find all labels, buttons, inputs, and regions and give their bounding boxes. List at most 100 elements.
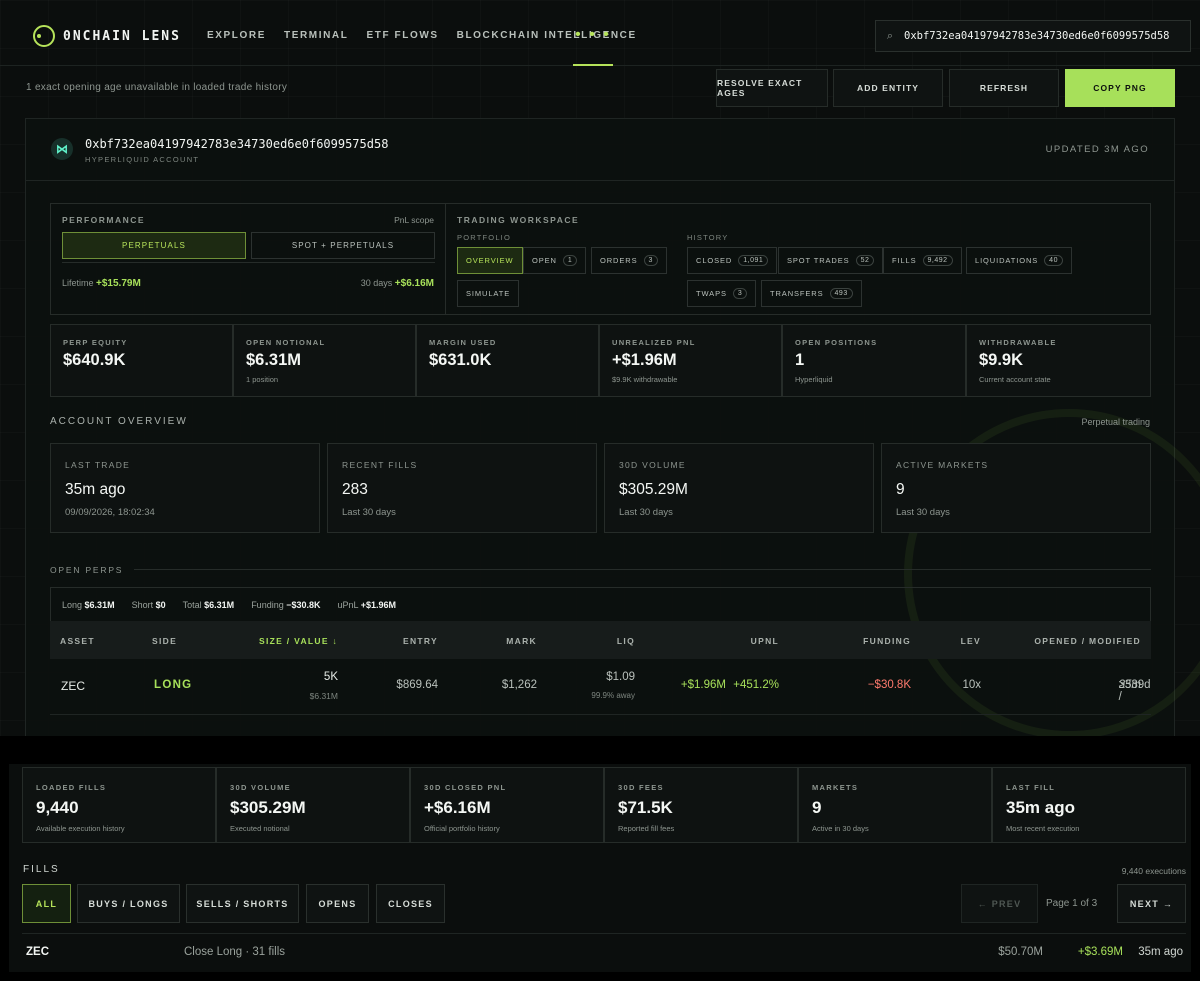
lifetime-label: Lifetime (62, 278, 94, 288)
tab-spot-trades-label: SPOT TRADES (787, 256, 850, 265)
stat-value: $71.5K (618, 798, 673, 817)
row-upnl: +$1.96M (680, 679, 726, 691)
col-upnl[interactable]: UPNL (751, 636, 779, 646)
filter-closes[interactable]: CLOSES (376, 884, 445, 923)
summary-total: Total $6.31M (183, 600, 235, 610)
overview-value: 9 (896, 481, 905, 498)
prev-page-button[interactable]: ← PREV (961, 884, 1038, 923)
metric-sub: Hyperliquid (795, 375, 833, 384)
stat-label: LAST FILL (1006, 783, 1056, 792)
lifetime-pnl: Lifetime +$15.79M (62, 278, 141, 289)
metric-value: 1 (795, 351, 805, 369)
metric-label: OPEN POSITIONS (795, 338, 878, 347)
fill-row-age: 35m ago (1138, 946, 1183, 958)
row-liq: $1.09 (606, 671, 635, 683)
metric-value: +$1.96M (612, 351, 677, 369)
address-search[interactable]: ⌕ (875, 20, 1191, 52)
tab-twaps[interactable]: TWAPS 3 (687, 280, 757, 307)
perps-summary: Long $6.31M Short $0 Total $6.31M Fundin… (50, 587, 1151, 621)
refresh-button[interactable]: REFRESH (949, 69, 1059, 107)
trading-workspace: TRADING WORKSPACE PORTFOLIO HISTORY OVER… (446, 203, 1151, 315)
filter-all[interactable]: ALL (22, 884, 71, 923)
col-asset[interactable]: ASSET (60, 636, 95, 646)
filter-opens[interactable]: OPENS (306, 884, 369, 923)
tab-spot-trades[interactable]: SPOT TRADES 52 (778, 247, 884, 274)
metric-withdrawable: WITHDRAWABLE $9.9K Current account state (966, 324, 1151, 397)
orders-count-badge: 3 (643, 255, 658, 266)
nav-link-terminal[interactable]: TERMINAL (284, 30, 348, 41)
tab-liquidations-label: LIQUIDATIONS (975, 256, 1039, 265)
tab-open-label: OPEN (532, 256, 557, 265)
open-count-badge: 1 (562, 255, 578, 266)
overview-sub: Last 30 days (342, 507, 396, 518)
pnl-scope-label: PnL scope (394, 215, 434, 225)
metric-sub: Current account state (979, 375, 1051, 384)
overview-label: LAST TRADE (65, 460, 131, 470)
search-input[interactable] (904, 30, 1184, 42)
tab-open[interactable]: OPEN 1 (523, 247, 587, 274)
tab-transfers[interactable]: TRANSFERS 493 (761, 280, 862, 307)
logo[interactable]: 0NCHAIN LENS (33, 25, 181, 47)
fill-stat-30d-fees: 30D FEES $71.5K Reported fill fees (604, 767, 798, 843)
row-entry: $869.64 (396, 679, 438, 691)
metric-label: WITHDRAWABLE (979, 338, 1057, 347)
filter-buys-longs[interactable]: BUYS / LONGS (77, 884, 180, 923)
tab-simulate[interactable]: SIMULATE (457, 280, 520, 307)
col-opened-modified[interactable]: OPENED / MODIFIED (1034, 636, 1141, 646)
col-lev[interactable]: LEV (961, 636, 981, 646)
nav-link-etf-flows[interactable]: ETF FLOWS (366, 30, 438, 41)
fill-row[interactable]: ZEC Close Long · 31 fills $50.70M +$3.69… (9, 934, 1191, 972)
fill-stat-markets: MARKETS 9 Active in 30 days (798, 767, 992, 843)
perps-table-header: ASSET SIDE SIZE / VALUE ↓ ENTRY MARK LIQ… (50, 621, 1151, 659)
summary-upnl-value: +$1.96M (360, 599, 396, 610)
metric-label: OPEN NOTIONAL (246, 338, 326, 347)
summary-upnl: uPnL +$1.96M (338, 600, 396, 610)
lifetime-value: +$15.79M (96, 278, 141, 289)
overview-card-recent-fills: RECENT FILLS 283 Last 30 days (327, 443, 597, 533)
hyperliquid-icon: ⋈ (51, 138, 73, 160)
fill-stat-loaded-fills: LOADED FILLS 9,440 Available execution h… (22, 767, 216, 843)
overview-sub: Last 30 days (896, 507, 950, 518)
closed-count-badge: 1,091 (738, 255, 769, 266)
tab-orders[interactable]: ORDERS 3 (591, 247, 667, 274)
row-lev: 10x (962, 679, 981, 691)
tab-overview[interactable]: OVERVIEW (457, 247, 523, 274)
stat-label: LOADED FILLS (36, 783, 107, 792)
col-size-value[interactable]: SIZE / VALUE ↓ (259, 636, 338, 646)
tab-liquidations[interactable]: LIQUIDATIONS 40 (966, 247, 1072, 274)
nav-link-explore[interactable]: EXPLORE (207, 30, 266, 41)
perpetuals-toggle[interactable]: PERPETUALS (62, 232, 246, 259)
col-side[interactable]: SIDE (152, 636, 177, 646)
filter-sells-shorts[interactable]: SELLS / SHORTS (186, 884, 299, 923)
spot-perpetuals-toggle[interactable]: SPOT + PERPETUALS (251, 232, 435, 259)
col-funding[interactable]: FUNDING (863, 636, 911, 646)
resolve-exact-ages-button[interactable]: RESOLVE EXACT AGES (716, 69, 828, 107)
next-page-button[interactable]: NEXT → (1117, 884, 1186, 923)
age-status-message: 1 exact opening age unavailable in loade… (26, 82, 288, 93)
metric-open-positions: OPEN POSITIONS 1 Hyperliquid (782, 324, 966, 397)
col-liq[interactable]: LIQ (617, 636, 635, 646)
more-menu-icon[interactable]: • • • (573, 22, 613, 66)
col-mark[interactable]: MARK (506, 636, 537, 646)
stat-value: $305.29M (230, 798, 306, 817)
tab-fills[interactable]: FILLS 9,492 (883, 247, 962, 274)
stat-sub: Official portfolio history (424, 824, 500, 833)
table-row[interactable]: ZEC LONG 5K $6.31M $869.64 $1,262 $1.09 … (50, 659, 1151, 715)
account-address[interactable]: 0xbf732ea04197942783e34730ed6e0f6099575d… (85, 137, 388, 151)
stat-value: 35m ago (1006, 798, 1075, 817)
fill-stat-last-fill: LAST FILL 35m ago Most recent execution (992, 767, 1186, 843)
summary-long: Long $6.31M (62, 600, 115, 610)
fills-count-badge: 9,492 (922, 255, 953, 266)
col-entry[interactable]: ENTRY (403, 636, 438, 646)
summary-long-value: $6.31M (84, 599, 115, 610)
tab-fills-label: FILLS (892, 256, 917, 265)
row-value: $6.31M (309, 691, 338, 701)
add-entity-button[interactable]: ADD ENTITY (833, 69, 943, 107)
metric-sub: 1 position (246, 375, 279, 384)
metric-label: UNREALIZED PNL (612, 338, 696, 347)
thirty-day-value: +$6.16M (394, 278, 434, 289)
open-perps-title: OPEN PERPS (50, 565, 124, 575)
fill-row-pnl: +$3.69M (1077, 946, 1123, 958)
tab-closed[interactable]: CLOSED 1,091 (687, 247, 778, 274)
copy-png-button[interactable]: COPY PNG (1065, 69, 1175, 107)
